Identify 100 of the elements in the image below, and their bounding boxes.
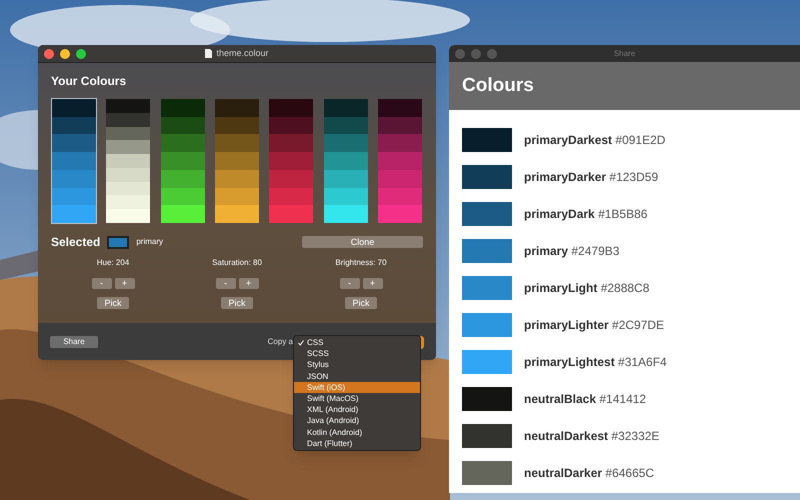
colour-swatch[interactable] xyxy=(106,168,150,182)
menu-item-label: Java (Android) xyxy=(307,415,360,426)
menu-item[interactable]: Kotlin (Android) xyxy=(294,426,420,438)
menu-item-label: Kotlin (Android) xyxy=(307,426,362,438)
colour-swatch[interactable] xyxy=(214,152,259,170)
pick-button[interactable]: Pick xyxy=(345,297,377,309)
colour-swatch[interactable] xyxy=(324,170,368,188)
colour-swatch[interactable] xyxy=(106,209,150,224)
palette-column[interactable] xyxy=(160,98,206,224)
adjuster-label: Saturation: 80 xyxy=(212,257,262,269)
colour-swatch[interactable] xyxy=(214,170,259,188)
menu-item-label: Dart (Flutter) xyxy=(307,438,352,449)
plus-button[interactable]: + xyxy=(362,278,382,289)
colour-swatch[interactable] xyxy=(160,99,205,117)
minus-button[interactable]: - xyxy=(92,278,112,289)
colour-swatch[interactable] xyxy=(106,126,150,140)
colour-swatch[interactable] xyxy=(160,152,205,170)
minus-button[interactable]: - xyxy=(216,278,236,289)
colour-swatch[interactable] xyxy=(52,152,96,170)
pick-button[interactable]: Pick xyxy=(221,297,253,309)
palette-column[interactable] xyxy=(322,98,369,224)
colour-swatch[interactable] xyxy=(378,99,422,117)
share-button[interactable]: Share xyxy=(50,336,98,348)
colour-swatch[interactable] xyxy=(214,205,259,224)
clone-button[interactable]: Clone xyxy=(302,236,423,248)
colour-swatch[interactable] xyxy=(52,205,96,224)
colour-entry: neutralDarkest #32332E xyxy=(524,428,660,445)
colour-swatch[interactable] xyxy=(378,170,422,188)
colour-entry: neutralDarker #64665C xyxy=(524,465,654,482)
colour-swatch[interactable] xyxy=(52,188,96,206)
colour-swatch[interactable] xyxy=(106,195,150,210)
menu-item[interactable]: Stylus xyxy=(294,359,420,371)
menu-item[interactable]: Java (Android) xyxy=(294,415,420,426)
colour-entry: primaryLight #2888C8 xyxy=(524,280,650,297)
palette-column[interactable] xyxy=(214,98,260,224)
selected-name: primary xyxy=(136,236,164,248)
menu-item-label: Stylus xyxy=(307,359,329,370)
menu-item-label: JSON xyxy=(307,370,328,382)
colour-swatch[interactable] xyxy=(269,116,314,134)
colour-swatch[interactable] xyxy=(160,116,205,134)
adjuster-label: Hue: 204 xyxy=(96,257,130,269)
colour-swatch[interactable] xyxy=(269,170,314,188)
menu-item[interactable]: JSON xyxy=(294,370,420,382)
copy-label: Copy a xyxy=(268,336,293,348)
colour-swatch[interactable] xyxy=(214,116,259,134)
menu-item-label: Swift (MacOS) xyxy=(307,393,359,404)
colour-swatch[interactable] xyxy=(269,188,314,206)
colour-swatch[interactable] xyxy=(378,188,422,206)
colour-swatch[interactable] xyxy=(106,99,150,113)
colour-swatch[interactable] xyxy=(52,99,96,117)
colour-swatch[interactable] xyxy=(52,134,96,152)
menu-item[interactable]: Swift (MacOS) xyxy=(294,392,420,404)
colour-swatch[interactable] xyxy=(214,134,259,152)
menu-item-label: XML (Android) xyxy=(307,404,358,416)
colour-swatch[interactable] xyxy=(324,134,368,152)
colour-swatch[interactable] xyxy=(269,134,314,152)
colour-swatch[interactable] xyxy=(269,99,314,117)
colour-swatch[interactable] xyxy=(269,152,314,170)
colour-swatch[interactable] xyxy=(160,170,205,188)
colour-swatch[interactable] xyxy=(160,134,205,152)
colour-swatch[interactable] xyxy=(378,116,422,134)
menu-item[interactable]: Swift (iOS) xyxy=(294,382,420,393)
menu-item[interactable]: Dart (Flutter) xyxy=(294,438,420,449)
pick-button[interactable]: Pick xyxy=(97,297,129,309)
menu-item-label: SCSS xyxy=(307,348,329,360)
palette-column[interactable] xyxy=(105,98,152,224)
colour-entry: primaryDark #1B5B86 xyxy=(524,206,648,223)
colour-swatch[interactable] xyxy=(324,152,368,170)
colour-swatch[interactable] xyxy=(378,152,422,170)
selected-label: Selected xyxy=(51,234,100,251)
colour-swatch[interactable] xyxy=(160,188,205,206)
minus-button[interactable]: - xyxy=(340,278,360,289)
plus-button[interactable]: + xyxy=(114,278,134,289)
menu-item[interactable]: XML (Android) xyxy=(294,404,420,416)
colour-swatch[interactable] xyxy=(378,205,422,224)
menu-item[interactable]: SCSS xyxy=(294,348,420,360)
colour-swatch[interactable] xyxy=(324,188,368,206)
colour-swatch[interactable] xyxy=(324,99,368,117)
colour-swatch[interactable] xyxy=(106,154,150,168)
colour-swatch[interactable] xyxy=(160,205,205,224)
share-heading: Colours xyxy=(462,74,534,98)
menu-item-label: Swift (iOS) xyxy=(307,382,346,393)
plus-button[interactable]: + xyxy=(238,278,258,289)
colour-swatch[interactable] xyxy=(52,116,96,134)
colour-swatch[interactable] xyxy=(106,112,150,127)
colour-swatch[interactable] xyxy=(324,205,368,224)
colour-entry: primaryLightest #31A6F4 xyxy=(524,354,667,371)
heading: Your Colours xyxy=(51,74,128,88)
colour-entry: primary #2479B3 xyxy=(524,243,620,260)
colour-swatch[interactable] xyxy=(378,134,422,152)
colour-swatch[interactable] xyxy=(214,99,259,117)
colour-swatch[interactable] xyxy=(214,188,259,206)
colour-swatch[interactable] xyxy=(269,205,314,224)
menu-item[interactable]: CSS xyxy=(294,337,420,348)
colour-swatch[interactable] xyxy=(52,170,96,188)
palette-column[interactable] xyxy=(51,98,97,224)
colour-swatch[interactable] xyxy=(106,140,150,154)
colour-entry: neutralBlack #141412 xyxy=(524,391,646,408)
colour-swatch[interactable] xyxy=(106,182,150,196)
colour-swatch[interactable] xyxy=(324,116,368,134)
